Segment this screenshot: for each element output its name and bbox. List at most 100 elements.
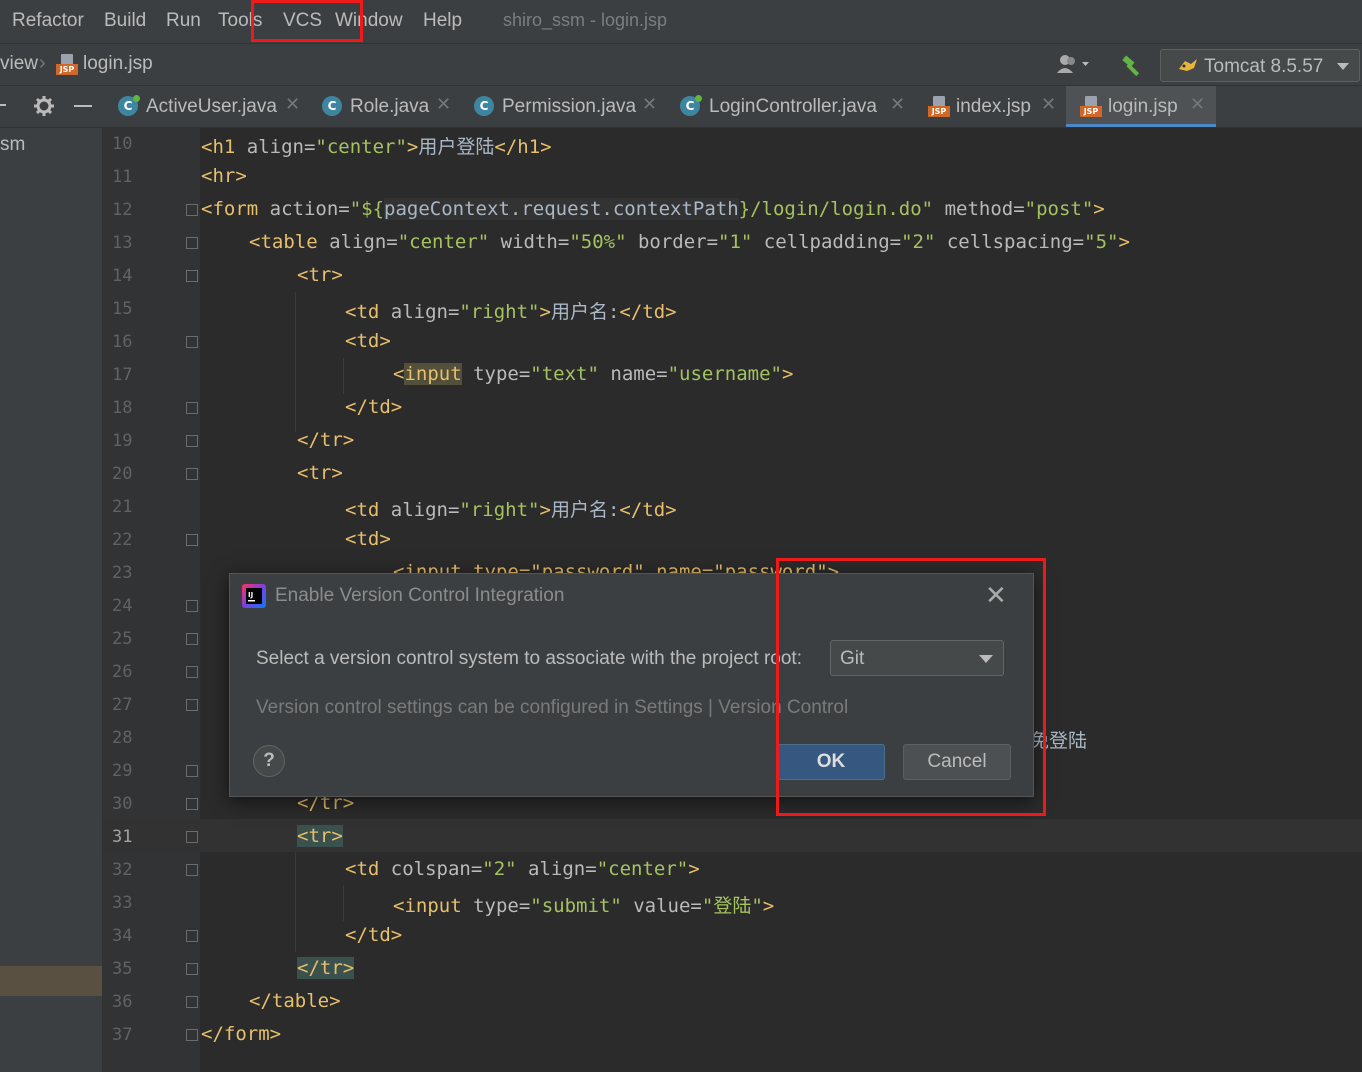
code-line-22: <td> bbox=[345, 528, 391, 550]
tab-activeuser[interactable]: C ActiveUser.java ✕ bbox=[108, 86, 308, 127]
close-icon[interactable]: ✕ bbox=[1041, 94, 1056, 115]
tab-label: login.jsp bbox=[1108, 96, 1178, 117]
fold-marker-icon[interactable] bbox=[186, 1029, 198, 1041]
code-line-20: <tr> bbox=[297, 462, 343, 484]
line-number: 36 bbox=[112, 992, 133, 1012]
jsp-file-icon: JSP bbox=[928, 96, 950, 118]
tab-logincontroller[interactable]: C LoginController.java ✕ bbox=[670, 86, 916, 127]
indent-guide bbox=[295, 292, 296, 432]
editor-tabs: C ActiveUser.java ✕ C Role.java ✕ C Perm… bbox=[0, 86, 1362, 128]
build-hammer-icon[interactable] bbox=[1120, 53, 1144, 83]
tab-label: ActiveUser.java bbox=[146, 96, 277, 117]
fold-marker-icon[interactable] bbox=[186, 270, 198, 282]
code-line-16: <td> bbox=[345, 330, 391, 352]
indent-guide bbox=[343, 358, 344, 394]
menu-help[interactable]: Help bbox=[423, 10, 462, 32]
selected-tree-row[interactable] bbox=[0, 966, 102, 996]
fold-marker-icon[interactable] bbox=[186, 435, 198, 447]
line-number: 10 bbox=[112, 134, 133, 154]
indent-guide bbox=[295, 852, 296, 952]
tab-permission[interactable]: C Permission.java ✕ bbox=[464, 86, 664, 127]
fold-marker-icon[interactable] bbox=[186, 402, 198, 414]
svg-text:IJ: IJ bbox=[248, 591, 253, 599]
fold-marker-icon[interactable] bbox=[186, 666, 198, 678]
user-account-icon[interactable] bbox=[1056, 54, 1092, 80]
line-number: 35 bbox=[112, 959, 133, 979]
code-line-34: </td> bbox=[345, 924, 403, 946]
jsp-file-icon: JSP bbox=[56, 54, 78, 76]
menu-build[interactable]: Build bbox=[104, 10, 146, 32]
fold-marker-icon[interactable] bbox=[186, 996, 198, 1008]
tab-label: Permission.java bbox=[502, 96, 637, 117]
help-button[interactable]: ? bbox=[253, 745, 285, 777]
fold-marker-icon[interactable] bbox=[186, 468, 198, 480]
java-class-icon: C bbox=[680, 95, 702, 116]
code-line-31: <tr> bbox=[297, 825, 343, 847]
menu-run[interactable]: Run bbox=[166, 10, 201, 32]
close-icon[interactable]: ✕ bbox=[1190, 94, 1205, 115]
run-configuration-select[interactable]: Tomcat 8.5.57 bbox=[1160, 49, 1360, 82]
line-number: 26 bbox=[112, 662, 133, 682]
fold-marker-icon[interactable] bbox=[186, 633, 198, 645]
intellij-logo-icon: IJ bbox=[242, 584, 266, 613]
close-icon[interactable]: ✕ bbox=[890, 94, 905, 115]
line-number: 32 bbox=[112, 860, 133, 880]
line-number: 11 bbox=[112, 167, 133, 187]
line-number: 13 bbox=[112, 233, 133, 253]
window-title: shiro_ssm - login.jsp bbox=[503, 10, 668, 30]
fold-marker-icon[interactable] bbox=[186, 864, 198, 876]
code-line-21: <td align="right">用户名:</td> bbox=[345, 499, 677, 521]
line-number: 27 bbox=[112, 695, 133, 715]
fold-marker-icon[interactable] bbox=[186, 831, 198, 843]
line-number: 37 bbox=[112, 1025, 133, 1045]
fold-marker-icon[interactable] bbox=[186, 600, 198, 612]
fold-marker-icon[interactable] bbox=[186, 336, 198, 348]
code-line-35: </tr> bbox=[297, 957, 355, 979]
tab-index-jsp[interactable]: JSP index.jsp ✕ bbox=[918, 86, 1064, 127]
tab-login-jsp[interactable]: JSP login.jsp ✕ bbox=[1066, 86, 1216, 127]
dialog-prompt: Select a version control system to assoc… bbox=[256, 648, 802, 669]
indent-guide bbox=[343, 885, 344, 921]
code-line-17: <input type="text" name="username"> bbox=[393, 363, 794, 385]
fold-marker-icon[interactable] bbox=[186, 798, 198, 810]
close-icon[interactable]: ✕ bbox=[285, 94, 300, 115]
dialog-title: Enable Version Control Integration bbox=[275, 585, 565, 606]
code-line-33: <input type="submit" value="登陆"> bbox=[393, 895, 775, 917]
fold-marker-icon[interactable] bbox=[186, 699, 198, 711]
line-number: 28 bbox=[112, 728, 133, 748]
code-line-18: </td> bbox=[345, 396, 403, 418]
fold-marker-icon[interactable] bbox=[186, 930, 198, 942]
code-line-14: <tr> bbox=[297, 264, 343, 286]
tab-role[interactable]: C Role.java ✕ bbox=[312, 86, 460, 127]
collapse-icon[interactable] bbox=[0, 104, 6, 106]
line-number: 30 bbox=[112, 794, 133, 814]
line-number: 34 bbox=[112, 926, 133, 946]
navigation-bar: view › JSP login.jsp Tomcat 8.5.57 bbox=[0, 43, 1362, 86]
line-number: 21 bbox=[112, 497, 133, 517]
line-number: 29 bbox=[112, 761, 133, 781]
line-number: 23 bbox=[112, 563, 133, 583]
caret-row-highlight bbox=[103, 819, 1362, 852]
breadcrumb-file[interactable]: login.jsp bbox=[83, 53, 153, 75]
fold-marker-icon[interactable] bbox=[186, 963, 198, 975]
line-number: 17 bbox=[112, 365, 133, 385]
gear-icon[interactable] bbox=[33, 95, 55, 122]
fold-marker-icon[interactable] bbox=[186, 204, 198, 216]
fold-marker-icon[interactable] bbox=[186, 534, 198, 546]
java-class-icon: C bbox=[118, 95, 140, 116]
breadcrumb-view[interactable]: view bbox=[0, 53, 38, 75]
minimize-icon[interactable] bbox=[74, 105, 92, 107]
project-tool-window[interactable]: sm bbox=[0, 128, 103, 1072]
fold-marker-icon[interactable] bbox=[186, 237, 198, 249]
menu-refactor[interactable]: Refactor bbox=[12, 10, 84, 32]
line-number: 19 bbox=[112, 431, 133, 451]
close-icon[interactable]: ✕ bbox=[436, 94, 451, 115]
line-number: 20 bbox=[112, 464, 133, 484]
close-icon[interactable]: ✕ bbox=[642, 94, 657, 115]
code-line-13: <table align="center" width="50%" border… bbox=[249, 231, 1130, 253]
java-class-icon: C bbox=[322, 96, 342, 116]
code-line-12: <form action="${pageContext.request.cont… bbox=[201, 198, 1105, 220]
tomcat-icon bbox=[1177, 55, 1199, 81]
java-class-icon: C bbox=[474, 96, 494, 116]
fold-marker-icon[interactable] bbox=[186, 765, 198, 777]
